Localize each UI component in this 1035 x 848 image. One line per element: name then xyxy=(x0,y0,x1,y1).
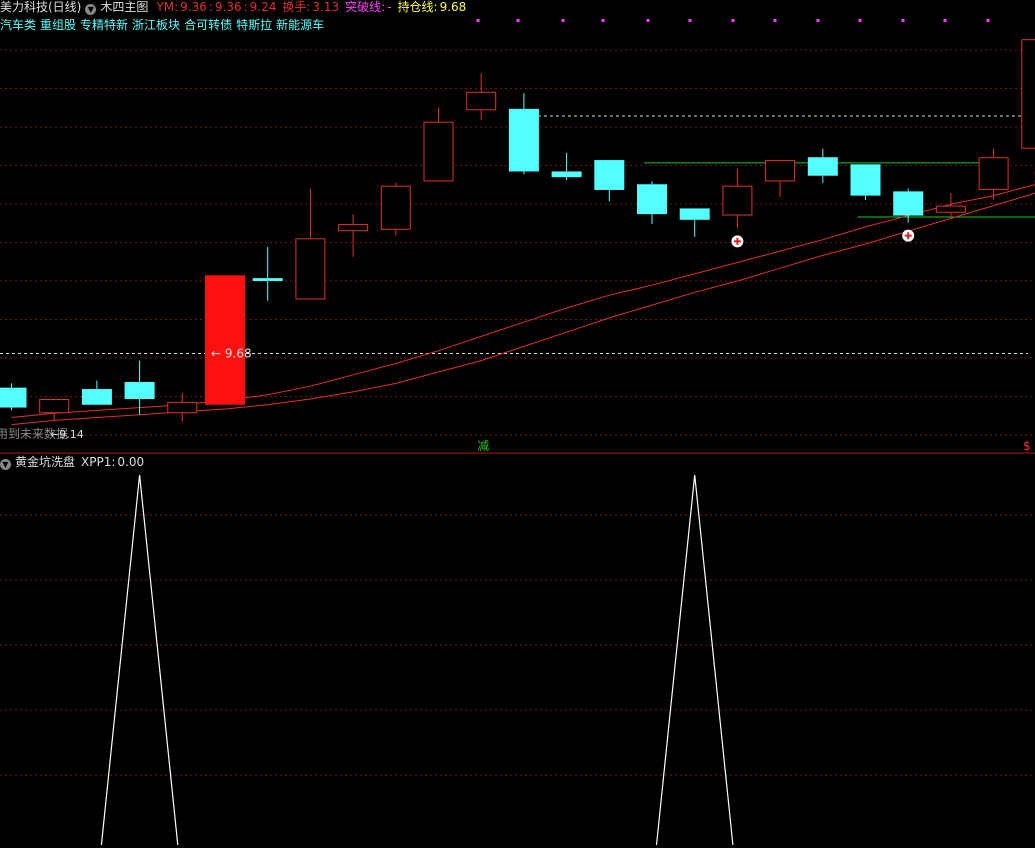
candle xyxy=(851,164,881,200)
concept-tag[interactable]: 汽车类 xyxy=(0,18,36,32)
xpp-peak-line xyxy=(101,475,178,845)
candle xyxy=(552,153,582,180)
candle xyxy=(296,189,325,300)
candle xyxy=(339,214,368,257)
signal-dot xyxy=(647,19,650,22)
signal-dot xyxy=(944,19,947,22)
candle xyxy=(936,193,965,217)
candle-body xyxy=(936,206,965,212)
candle-body xyxy=(723,186,752,215)
candle-body xyxy=(766,161,795,181)
candle xyxy=(637,181,667,224)
concept-tag[interactable]: 合可转债 xyxy=(184,18,232,32)
stock-name[interactable]: 美力科技(日线) xyxy=(0,0,81,14)
candle-body xyxy=(381,186,410,229)
concept-tags: 汽车类重组股专精特新浙江板块合可转债特斯拉新能源车 xyxy=(0,18,328,32)
ym-label: YM: xyxy=(156,0,178,14)
hold-label: 持仓线: xyxy=(398,0,438,14)
indicator-name[interactable]: 木四主图 xyxy=(100,0,148,14)
candle xyxy=(680,208,710,236)
candle-body xyxy=(680,208,710,219)
low-price-label: ←9.14 xyxy=(50,428,84,441)
concept-tag[interactable]: 浙江板块 xyxy=(132,18,180,32)
moving-average-line xyxy=(12,172,1035,418)
ym-value-3: 9.24 xyxy=(250,0,277,14)
ym-value-1: 9.36 xyxy=(180,0,207,14)
sub-indicator-menu-icon[interactable]: ▼ xyxy=(0,459,11,470)
xpp-peak-line xyxy=(656,475,733,845)
turnover-value: 3.13 xyxy=(312,0,339,14)
candle-body xyxy=(82,389,112,405)
candle xyxy=(40,399,69,420)
candle xyxy=(424,107,453,181)
candle-body xyxy=(808,157,838,175)
breakout-value: - xyxy=(387,0,391,14)
sub-indicator-title[interactable]: 黄金坑洗盘 xyxy=(15,455,75,469)
candle xyxy=(723,169,752,229)
candle-body xyxy=(851,164,881,195)
xpp-value: 0.00 xyxy=(117,455,144,469)
concept-tag[interactable]: 新能源车 xyxy=(276,18,324,32)
candle-body xyxy=(40,400,69,413)
candle xyxy=(381,183,410,236)
candle xyxy=(979,149,1008,200)
signal-dot xyxy=(732,19,735,22)
signal-dot xyxy=(602,19,605,22)
candle xyxy=(766,160,795,197)
indicator-menu-icon[interactable]: ▼ xyxy=(85,4,96,15)
signal-dot xyxy=(562,19,565,22)
signal-dot xyxy=(859,19,862,22)
candle-body xyxy=(1022,40,1035,149)
candle xyxy=(467,73,496,120)
concept-tag[interactable]: 特斯拉 xyxy=(236,18,272,32)
signal-dot xyxy=(477,19,480,22)
candle xyxy=(205,275,245,404)
kline-chart-svg[interactable]: ← 9.68用到未来数据←9.14减$ xyxy=(0,0,1035,845)
candle-body xyxy=(552,171,582,177)
candle xyxy=(509,93,539,174)
signal-dot xyxy=(902,19,905,22)
candle-body xyxy=(253,278,283,281)
candle xyxy=(893,189,923,223)
concept-tag[interactable]: 专精特新 xyxy=(80,18,128,32)
candle-body xyxy=(424,122,453,181)
candle xyxy=(168,393,197,421)
signal-dot xyxy=(517,19,520,22)
candle-body xyxy=(125,382,155,399)
candle-body xyxy=(637,184,667,214)
candle xyxy=(0,383,27,410)
main-chart-header: 美力科技(日线)▼木四主图YM:9.36:9.36:9.24换手:3.13突破线… xyxy=(0,0,470,15)
signal-dot xyxy=(689,19,692,22)
candle-body xyxy=(509,109,539,172)
xpp-label: XPP1: xyxy=(81,455,115,469)
sub-panel-header: ▼ 黄金坑洗盘 XPP1:0.00 xyxy=(0,455,148,470)
ym-value-2: 9.36 xyxy=(215,0,242,14)
candle-body xyxy=(467,92,496,109)
hold-value: 9.68 xyxy=(440,0,467,14)
candle xyxy=(1022,24,1035,152)
candle xyxy=(808,149,838,183)
candle-body xyxy=(168,402,197,412)
candle-body xyxy=(893,191,923,215)
concept-tag[interactable]: 重组股 xyxy=(40,18,76,32)
candle-body-limit-up xyxy=(205,275,245,404)
candle-body xyxy=(296,239,325,299)
candle-body xyxy=(339,225,368,231)
breakout-label: 突破线: xyxy=(345,0,385,14)
candle xyxy=(253,247,283,301)
turnover-label: 换手: xyxy=(282,0,310,14)
right-marker-label: $ xyxy=(1023,439,1031,453)
signal-dot xyxy=(774,19,777,22)
sell-marker-label: 减 xyxy=(477,439,489,453)
signal-dot xyxy=(817,19,820,22)
candle xyxy=(594,160,624,201)
candle-body xyxy=(0,388,27,408)
candle-body xyxy=(979,158,1008,190)
ref-price-label: ← 9.68 xyxy=(211,347,252,361)
chart-stage[interactable]: ← 9.68用到未来数据←9.14减$ 美力科技(日线)▼木四主图YM:9.36… xyxy=(0,0,1035,845)
candle-body xyxy=(594,160,624,190)
candle xyxy=(82,381,112,405)
signal-dot xyxy=(987,19,990,22)
